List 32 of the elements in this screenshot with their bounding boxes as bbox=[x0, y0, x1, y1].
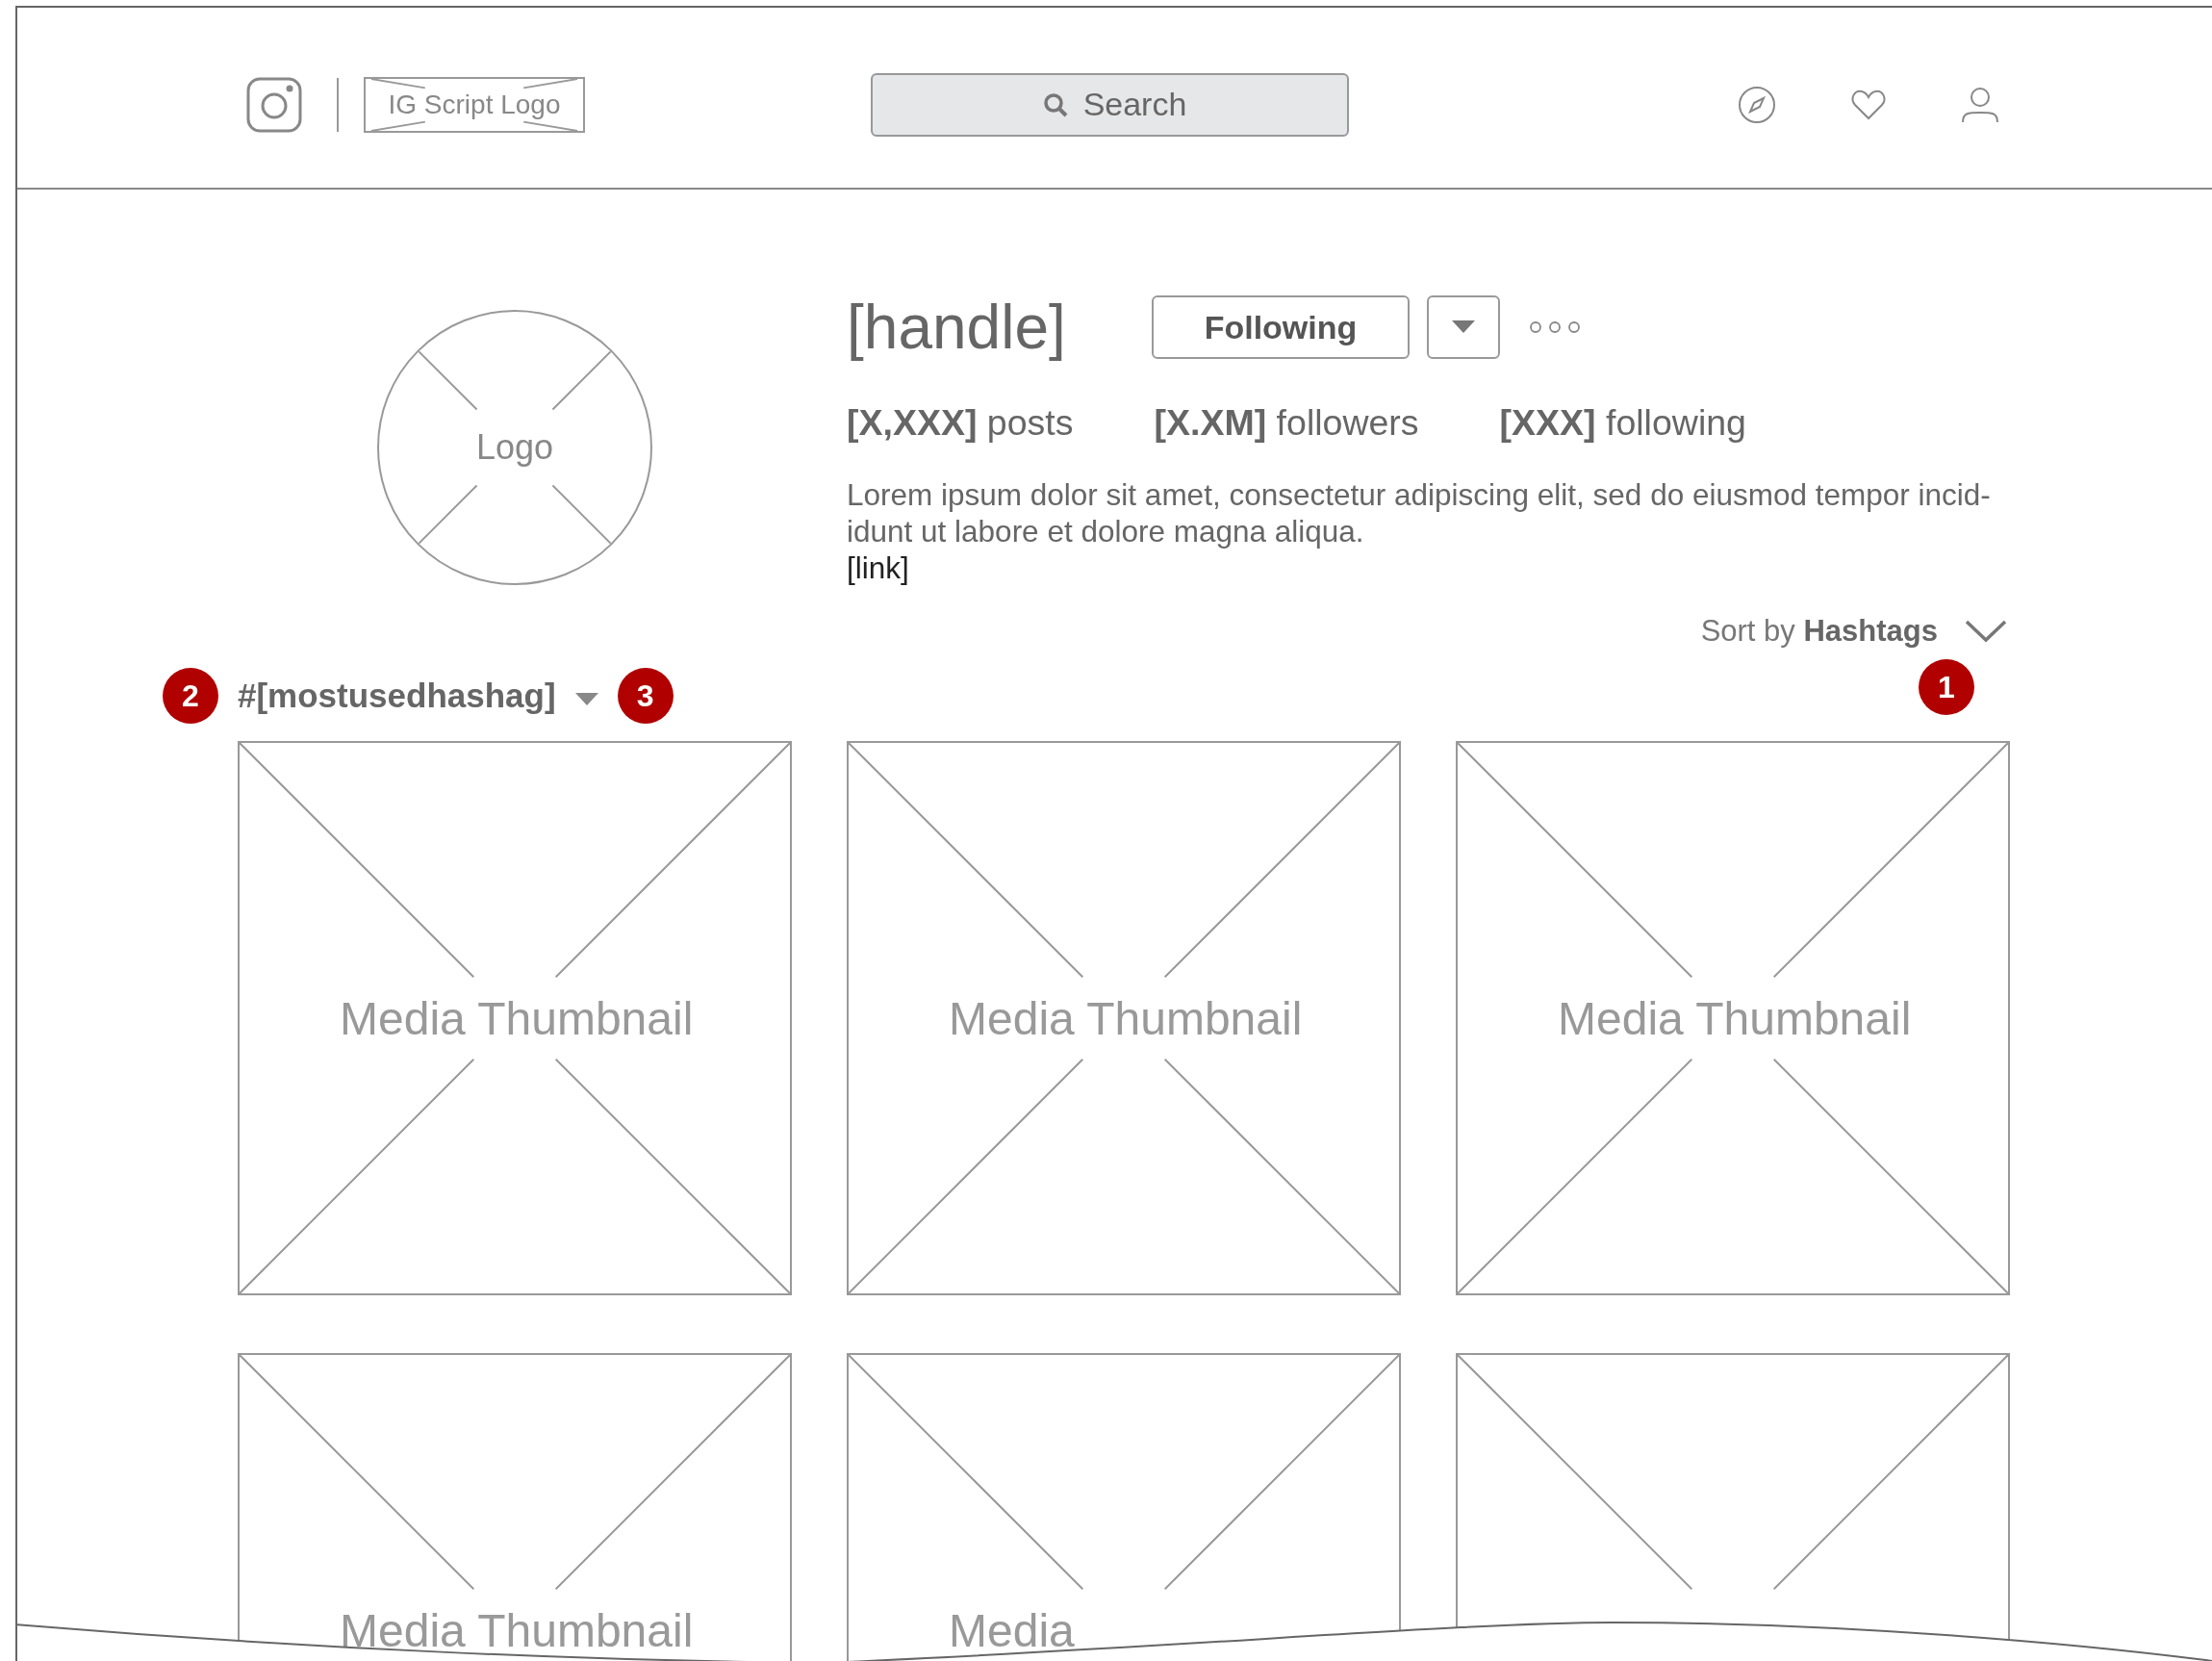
thumbnail-label: Media Thumbnail bbox=[949, 991, 1303, 1045]
hashtag-filter[interactable]: #[mostusedhashag] bbox=[238, 677, 556, 715]
media-thumbnail[interactable]: Media Thumbnail bbox=[238, 741, 792, 1295]
avatar-text: Logo bbox=[475, 427, 554, 468]
thumbnail-label: Media Thumbnail bbox=[340, 991, 694, 1045]
stat-text: [X.XM] followers bbox=[1154, 402, 1419, 444]
thumbnail-label: Media Thumbnail bbox=[1558, 991, 1912, 1045]
caret-icon[interactable] bbox=[574, 693, 598, 706]
caret-icon bbox=[1452, 320, 1475, 334]
following-button[interactable]: Following bbox=[1152, 295, 1410, 359]
annotation-badge: 2 bbox=[163, 668, 218, 724]
thumbnail-label: Media Thumbnail bbox=[340, 1603, 694, 1657]
media-thumbnail[interactable]: Media Thumbnail bbox=[1456, 741, 2010, 1295]
thumbnail-label: Media bbox=[949, 1603, 1075, 1657]
annotation-badge: 3 bbox=[617, 668, 674, 724]
media-thumbnail[interactable]: Media Thumbnail bbox=[847, 741, 1401, 1295]
annotation-badge: 1 bbox=[1919, 659, 1974, 715]
sort-label[interactable]: Sort by Hashtags bbox=[1700, 614, 1938, 649]
compass-icon[interactable] bbox=[1738, 85, 1776, 124]
stat-text: [X,XXX] posts bbox=[847, 402, 1074, 444]
search-icon bbox=[1042, 90, 1069, 118]
dropdown-button[interactable] bbox=[1427, 295, 1500, 359]
user-icon[interactable] bbox=[1961, 85, 1999, 124]
camera-icon[interactable] bbox=[246, 76, 302, 133]
bio-text: Lorem ipsum dolor sit amet, consectetur adipiscing elit, sed do eiusmod tempor incid-idunt ut labore et dolore magna aliqua. bbox=[847, 476, 1992, 549]
profile-link[interactable]: [link] bbox=[847, 550, 909, 585]
search-field[interactable]: Search bbox=[871, 72, 1349, 137]
chevron-icon[interactable] bbox=[1965, 620, 2007, 643]
more-icon[interactable] bbox=[1529, 320, 1581, 334]
handle-text: [handle] bbox=[847, 292, 1067, 363]
logo-placeholder[interactable]: IG Script Logo bbox=[364, 76, 585, 133]
stat-text: [XXX] following bbox=[1499, 402, 1746, 444]
